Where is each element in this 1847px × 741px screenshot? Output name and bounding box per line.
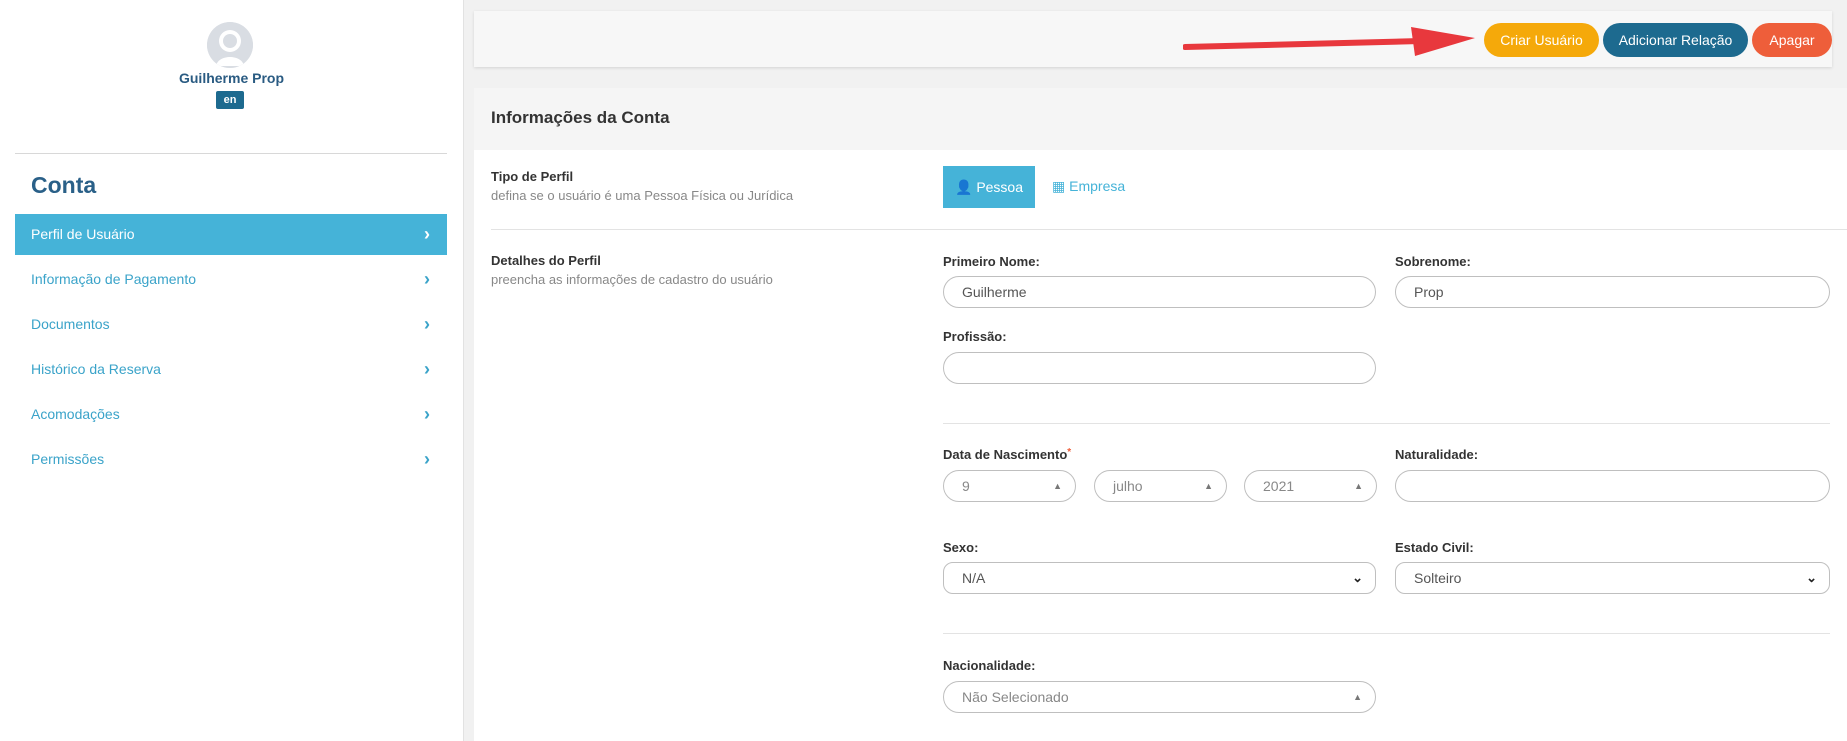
sidebar-item-booking-history[interactable]: Histórico da Reserva › (15, 349, 447, 390)
last-name-input[interactable]: Prop (1395, 276, 1830, 308)
delete-button[interactable]: Apagar (1752, 23, 1832, 57)
caret-up-icon: ▲ (1053, 481, 1062, 491)
civil-divider (943, 633, 1830, 634)
sidebar-item-label: Informação de Pagamento (31, 271, 196, 287)
sidebar-title: Conta (31, 172, 97, 198)
profile-type-title: Tipo de Perfil (491, 169, 574, 184)
person-type-label: Pessoa (976, 179, 1024, 195)
profession-input[interactable] (943, 352, 1376, 384)
red-arrow-annotation (1183, 27, 1475, 56)
civil-status-value: Solteiro (1414, 570, 1462, 586)
caret-up-icon: ▲ (1354, 481, 1363, 491)
sidebar-item-user-profile[interactable]: Perfil de Usuário › (15, 214, 447, 255)
birthplace-input[interactable] (1395, 470, 1830, 502)
last-name-label: Sobrenome: (1395, 254, 1471, 269)
sidebar-menu: Perfil de Usuário › Informação de Pagame… (15, 214, 447, 484)
first-name-input[interactable]: Guilherme (943, 276, 1376, 308)
chevron-right-icon: › (424, 404, 430, 424)
sidebar-item-payment-info[interactable]: Informação de Pagamento › (15, 259, 447, 300)
card-header: Informações da Conta (474, 88, 1847, 150)
sidebar-item-documents[interactable]: Documentos › (15, 304, 447, 345)
profile-details-title: Detalhes do Perfil (491, 253, 601, 268)
user-name: Guilherme Prop (178, 70, 285, 86)
birth-month-select[interactable]: julho ▲ (1094, 470, 1227, 502)
language-badge[interactable]: en (216, 91, 244, 109)
section-divider (491, 229, 1847, 230)
profession-label: Profissão: (943, 329, 1007, 344)
company-type-label: Empresa (1069, 178, 1126, 194)
chevron-right-icon: › (424, 269, 430, 289)
sex-value: N/A (962, 570, 986, 586)
chevron-right-icon: › (424, 359, 430, 379)
sidebar-item-label: Acomodações (31, 406, 120, 422)
user-icon: 👤 (954, 179, 973, 195)
company-type-button[interactable]: ▦ Empresa (1052, 178, 1125, 195)
sex-label: Sexo: (943, 540, 979, 555)
birth-year-value: 2021 (1263, 478, 1295, 494)
birth-day-select[interactable]: 9 ▲ (943, 470, 1076, 502)
sidebar-divider (15, 153, 447, 154)
required-mark: * (1067, 447, 1072, 458)
sidebar-item-accommodations[interactable]: Acomodações › (15, 394, 447, 435)
first-name-label: Primeiro Nome: (943, 254, 1040, 269)
sex-select[interactable]: N/A ⌄ (943, 562, 1376, 594)
birth-day-value: 9 (962, 478, 970, 494)
create-user-button[interactable]: Criar Usuário (1484, 23, 1599, 57)
birth-date-label-text: Data de Nascimento (943, 447, 1068, 462)
nationality-label: Nacionalidade: (943, 658, 1036, 673)
account-info-card: Informações da Conta Tipo de Perfil defi… (474, 88, 1847, 741)
profile-type-description: defina se o usuário é uma Pessoa Física … (491, 188, 794, 203)
chevron-down-icon: ⌄ (1806, 570, 1817, 585)
nationality-select[interactable]: Não Selecionado ▲ (943, 681, 1376, 713)
sidebar-item-label: Perfil de Usuário (31, 226, 135, 242)
chevron-right-icon: › (424, 224, 430, 244)
sidebar-item-label: Histórico da Reserva (31, 361, 161, 377)
civil-status-label: Estado Civil: (1395, 540, 1474, 555)
person-type-button[interactable]: 👤 Pessoa (943, 166, 1035, 208)
sidebar-item-label: Documentos (31, 316, 110, 332)
building-icon: ▦ (1052, 178, 1066, 194)
nationality-value: Não Selecionado (962, 689, 1069, 705)
details-divider (943, 423, 1830, 424)
caret-up-icon: ▲ (1204, 481, 1213, 491)
birth-date-label: Data de Nascimento* (943, 447, 1071, 462)
chevron-right-icon: › (424, 449, 430, 469)
sidebar-item-label: Permissões (31, 451, 105, 467)
birthplace-label: Naturalidade: (1395, 447, 1479, 462)
birth-year-select[interactable]: 2021 ▲ (1244, 470, 1377, 502)
user-avatar-icon (207, 22, 253, 68)
chevron-right-icon: › (424, 314, 430, 334)
sidebar: Guilherme Prop en Conta Perfil de Usuári… (0, 0, 464, 741)
birth-month-value: julho (1113, 478, 1143, 494)
civil-status-select[interactable]: Solteiro ⌄ (1395, 562, 1830, 594)
avatar[interactable] (207, 22, 253, 68)
sidebar-item-permissions[interactable]: Permissões › (15, 439, 447, 480)
add-relation-button[interactable]: Adicionar Relação (1603, 23, 1748, 57)
caret-up-icon: ▲ (1353, 692, 1362, 702)
profile-details-description: preencha as informações de cadastro do u… (491, 272, 773, 287)
card-title: Informações da Conta (491, 108, 670, 127)
chevron-down-icon: ⌄ (1352, 570, 1363, 585)
